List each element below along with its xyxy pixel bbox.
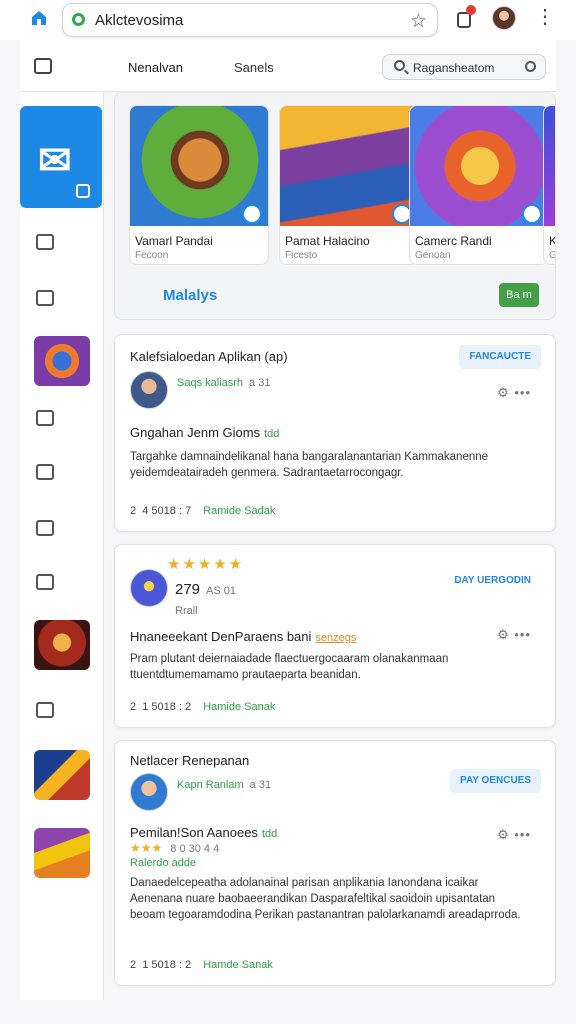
- app-header: Nenalvan Sanels Ragansheatom: [20, 40, 556, 92]
- sidebar-icon-6[interactable]: [36, 574, 54, 590]
- star-rating: ★★★ 8 0 30 4 4: [130, 841, 220, 855]
- more-menu-icon[interactable]: ⋮: [535, 7, 555, 27]
- app-logo-icon: ✉: [38, 139, 72, 183]
- game-title: K: [549, 234, 555, 248]
- game-badge-icon: [522, 204, 542, 224]
- tab-2[interactable]: Sanels: [234, 60, 274, 75]
- status-pill[interactable]: DAY UERGODIN: [444, 569, 541, 593]
- game-badge-icon: [242, 204, 262, 224]
- review-card-2: ★★★★★ DAY UERGODIN 279 AS 01 Rrall ⚙ ••• …: [114, 544, 556, 728]
- game-card-3[interactable]: Camerc Randi Genoan: [409, 105, 549, 265]
- sidebar-game-thumb-4[interactable]: [34, 828, 90, 878]
- review-title: Gngahan Jenm Gioms tdd: [130, 425, 280, 440]
- review-footer: 2 1 5018 : 2 Hamide Sanak: [130, 701, 276, 713]
- sidebar-icon-2[interactable]: [36, 290, 54, 306]
- game-title: Camerc Randi: [415, 234, 492, 248]
- browser-toolbar: Aklctevosima ☆ ⋮: [0, 0, 576, 40]
- review-title: Pemilan!Son Aanoees tdd: [130, 825, 278, 840]
- reviewer-avatar: [130, 569, 168, 607]
- review-title: Hnaneeekant DenParaens bani senzegs: [130, 629, 357, 644]
- secure-site-icon: [72, 13, 85, 26]
- external-icon: [76, 184, 90, 198]
- review-subtitle: Ralerdo adde: [130, 857, 197, 869]
- sidebar-game-thumb-2[interactable]: [34, 620, 90, 670]
- reviewer-avatar: [130, 773, 168, 811]
- game-card-2[interactable]: Pamat Halacino Ficesto: [279, 105, 419, 265]
- game-subtitle: Fecoon: [135, 250, 169, 261]
- sidebar-item-home-active[interactable]: ✉: [20, 106, 102, 208]
- reviewer-name: Saqs kaliasrh a 31: [177, 377, 271, 389]
- game-art-4: [544, 106, 555, 226]
- sidebar-icon-3[interactable]: [36, 410, 54, 426]
- tab-1[interactable]: Nenalvan: [128, 60, 183, 75]
- sidebar-game-thumb-3[interactable]: [34, 750, 90, 800]
- menu-icon[interactable]: [34, 58, 52, 74]
- rating-count: 279 AS 01: [175, 581, 236, 598]
- review-body: Targahke damnaindelikanal hana bangarala…: [130, 451, 489, 479]
- review-footer: 2 4 5018 : 7 Ramide Sadak: [130, 505, 276, 517]
- sidebar: ✉: [20, 92, 104, 1000]
- game-subtitle: G: [549, 250, 555, 261]
- url-text: Aklctevosima: [95, 12, 184, 29]
- see-more-link[interactable]: Malalys: [163, 287, 217, 304]
- profile-avatar[interactable]: [492, 6, 516, 30]
- reviewer-sub: Rrall: [175, 605, 198, 617]
- review-body: Danaedelcepeatha adolanainal parisan anp…: [130, 877, 521, 921]
- card-title: Kalefsialoedan Aplikan (ap): [130, 349, 288, 364]
- review-options-icon[interactable]: ⚙ •••: [497, 627, 531, 643]
- featured-games-carousel: Vamarl Pandai Fecoon Pamat Halacino Fice…: [114, 92, 556, 320]
- sidebar-icon-5[interactable]: [36, 520, 54, 536]
- game-title: Pamat Halacino: [285, 234, 370, 248]
- game-card-4[interactable]: K G: [543, 105, 555, 265]
- search-text: Ragansheatom: [413, 61, 495, 75]
- sidebar-icon-7[interactable]: [36, 702, 54, 718]
- clear-search-icon[interactable]: [525, 61, 536, 72]
- game-title: Vamarl Pandai: [135, 234, 213, 248]
- review-card-3: Netlacer Renepanan PAY OENCUES Kapn Ranl…: [114, 740, 556, 986]
- sidebar-game-thumb-1[interactable]: [34, 336, 90, 386]
- notification-badge: [466, 5, 476, 15]
- game-card-1[interactable]: Vamarl Pandai Fecoon: [129, 105, 269, 265]
- address-bar[interactable]: Aklctevosima ☆: [62, 3, 438, 37]
- install-button[interactable]: Ba m: [499, 283, 539, 307]
- status-pill[interactable]: PAY OENCUES: [450, 769, 541, 793]
- game-subtitle: Genoan: [415, 250, 451, 261]
- review-card-1: Kalefsialoedan Aplikan (ap) FANCAUCTE Sa…: [114, 334, 556, 532]
- review-options-icon[interactable]: ⚙ •••: [497, 385, 531, 401]
- search-input[interactable]: Ragansheatom: [382, 54, 546, 80]
- review-options-icon[interactable]: ⚙ •••: [497, 827, 531, 843]
- game-subtitle: Ficesto: [285, 250, 318, 261]
- sidebar-icon-1[interactable]: [36, 234, 54, 250]
- home-icon[interactable]: [30, 9, 48, 27]
- reviewer-avatar: [130, 371, 168, 409]
- search-icon: [394, 60, 405, 71]
- review-footer: 2 1 5018 : 2 Hamde Sanak: [130, 959, 273, 971]
- review-body: Pram plutant deiernaiadade flaectuergoca…: [130, 653, 449, 681]
- bookmark-star-icon[interactable]: ☆: [410, 10, 427, 33]
- star-rating: ★★★★★: [167, 556, 245, 573]
- status-pill[interactable]: FANCAUCTE: [459, 345, 541, 369]
- sidebar-icon-4[interactable]: [36, 464, 54, 480]
- reviewer-name: Kapn Ranlam a 31: [177, 779, 272, 791]
- card-title: Netlacer Renepanan: [130, 753, 250, 768]
